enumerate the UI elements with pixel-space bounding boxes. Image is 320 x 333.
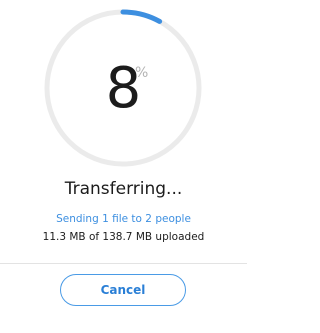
progress-ring: 8 %: [41, 6, 205, 170]
divider: [0, 263, 247, 264]
cancel-button[interactable]: Cancel: [60, 274, 186, 306]
status-title: Transferring...: [64, 179, 183, 199]
percent-readout: 8 %: [41, 56, 205, 122]
percent-sign: %: [135, 65, 149, 81]
bytes-uploaded-status: 11.3 MB of 138.7 MB uploaded: [42, 231, 205, 243]
recipients-status: Sending 1 file to 2 people: [56, 213, 191, 225]
